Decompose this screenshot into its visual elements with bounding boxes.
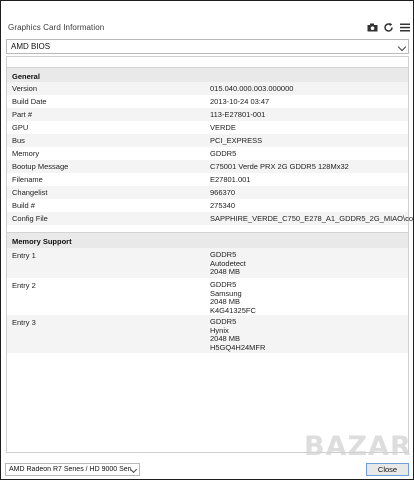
bios-info-panel: General Version 015.040.000.003.000000 B… [6, 56, 414, 453]
entry-value: GDDR5 Hynix 2048 MB H5GQ4H24MFR [210, 317, 266, 352]
entry-key: Entry 2 [12, 281, 36, 290]
general-section-title: General [12, 72, 40, 81]
table-row: Version 015.040.000.003.000000 [7, 82, 408, 95]
row-value: 966370 [210, 188, 236, 197]
bios-select-value: AMD BIOS [11, 42, 51, 51]
entry-key: Entry 3 [12, 318, 36, 327]
camera-icon[interactable] [366, 21, 378, 33]
row-key: Version [12, 84, 38, 93]
watermark-logo: BAZAR [304, 431, 412, 462]
title-bar: Graphics Card Information [1, 1, 413, 38]
row-key: Part # [12, 110, 33, 119]
table-row: Bus PCI_EXPRESS [7, 134, 408, 147]
memory-support-section-title: Memory Support [12, 237, 72, 246]
row-key: Config File [12, 214, 48, 223]
row-value: C75001 Verde PRX 2G GDDR5 128Mx32 [210, 162, 349, 171]
table-row: Config File SAPPHIRE_VERDE_C750_E278_A1_… [7, 212, 414, 225]
entry-value: GDDR5 Autodetect 2048 MB [210, 250, 246, 277]
row-key: Changelist [12, 188, 48, 197]
row-value: E27801.001 [210, 175, 251, 184]
bios-select[interactable]: AMD BIOS [6, 39, 409, 54]
entry-line: H5GQ4H24MFR [210, 342, 266, 352]
row-value: 275340 [210, 201, 236, 210]
row-value: 015.040.000.003.000000 [210, 84, 294, 93]
row-key: Build # [12, 201, 35, 210]
row-value: 2013-10-24 03:47 [210, 97, 270, 106]
row-value: GDDR5 [210, 149, 237, 158]
close-button[interactable]: Close [366, 463, 409, 476]
table-row: Build # 275340 [7, 199, 408, 212]
table-row: Build Date 2013-10-24 03:47 [7, 95, 408, 108]
row-value: 113-E27801-001 [210, 110, 266, 119]
chevron-down-icon [129, 465, 138, 474]
row-key: Memory [12, 149, 40, 158]
window-title: Graphics Card Information [8, 23, 105, 32]
gpu-select-value: AMD Radeon R7 Series / HD 9000 Series [9, 466, 131, 473]
table-row: Bootup Message C75001 Verde PRX 2G GDDR5… [7, 160, 408, 173]
row-key: Build Date [12, 97, 47, 106]
entry-value: GDDR5 Samsung 2048 MB K4G41325FC [210, 280, 256, 315]
gpu-select[interactable]: AMD Radeon R7 Series / HD 9000 Series [5, 463, 140, 476]
row-value: PCI_EXPRESS [210, 136, 263, 145]
row-value: SAPPHIRE_VERDE_C750_E278_A1_GDDR5_2G_MIA… [210, 214, 414, 223]
row-key: GPU [12, 123, 29, 132]
memory-entry-row: Entry 1 GDDR5 Autodetect 2048 MB [7, 248, 408, 278]
chevron-down-icon [397, 42, 407, 52]
table-row: Part # 113-E27801-001 [7, 108, 408, 121]
memory-entry-row: Entry 3 GDDR5 Hynix 2048 MB H5GQ4H24MFR [7, 315, 408, 353]
row-key: Bootup Message [12, 162, 69, 171]
row-key: Filename [12, 175, 43, 184]
row-key: Bus [12, 136, 25, 145]
table-row: GPU VERDE [7, 121, 408, 134]
gpu-info-window: Graphics Card Information AMD BIOS Gener… [0, 0, 414, 480]
table-row: Memory GDDR5 [7, 147, 408, 160]
row-value: VERDE [210, 123, 236, 132]
memory-entry-row: Entry 2 GDDR5 Samsung 2048 MB K4G41325FC [7, 278, 408, 315]
refresh-icon[interactable] [382, 21, 394, 33]
table-row: Filename E27801.001 [7, 173, 408, 186]
menu-icon[interactable] [399, 21, 411, 33]
table-row: Changelist 966370 [7, 186, 408, 199]
entry-line: 2048 MB [210, 267, 241, 277]
entry-key: Entry 1 [12, 251, 36, 260]
